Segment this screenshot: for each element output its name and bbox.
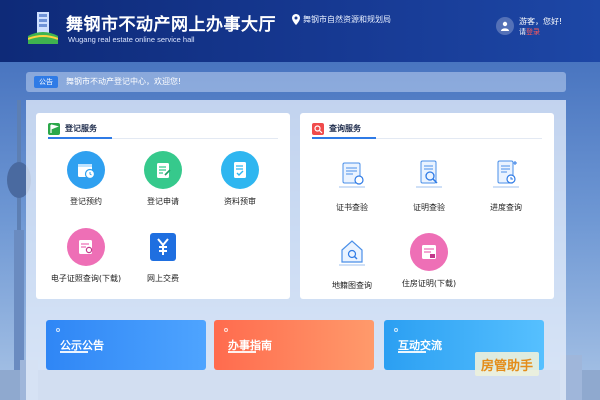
query-card-title: 查询服务 <box>329 124 361 133</box>
guest-greeting: 游客，您好! <box>519 17 563 26</box>
query-cadastral-map[interactable]: 地籍图查询 <box>314 233 390 291</box>
registration-card-header: 登记服务 <box>48 121 278 139</box>
site-title: 舞钢市不动产网上办事大厅 <box>66 15 276 35</box>
watermark-text: 房管助手 <box>481 358 534 374</box>
tile-dot-decoration <box>394 328 398 332</box>
service-label: 网上交费 <box>147 274 179 283</box>
announcement-bar: 公告 舞钢市不动产登记中心，欢迎您! <box>26 72 566 92</box>
registration-services-card: 登记服务 登记预约 登记申请 资料预审 电子证照查询(下载) 网上交费 <box>36 113 290 299</box>
housing-certificate-icon <box>410 233 448 271</box>
flag-icon <box>48 123 60 135</box>
registration-card-title: 登记服务 <box>65 124 97 133</box>
service-e-certificate[interactable]: 电子证照查询(下载) <box>48 228 124 284</box>
query-label: 进度查询 <box>490 203 522 212</box>
tile-service-guide[interactable]: 办事指南 <box>214 320 374 370</box>
card-header-underline <box>312 137 376 139</box>
service-appointment[interactable]: 登记预约 <box>48 151 124 207</box>
service-label: 资料预审 <box>224 197 256 206</box>
site-subtitle: Wugang real estate online service hall <box>68 35 195 44</box>
proof-verify-icon <box>410 155 448 195</box>
search-folder-icon <box>312 123 324 135</box>
tile-underline-decoration <box>228 351 256 353</box>
query-label: 地籍图查询 <box>332 281 372 290</box>
tile-underline-decoration <box>60 351 88 353</box>
login-prefix: 请 <box>519 28 526 36</box>
calendar-clock-icon <box>67 151 105 189</box>
house-search-icon <box>333 233 371 273</box>
location-text: 舞钢市自然资源和规划局 <box>303 15 391 24</box>
service-online-payment[interactable]: 网上交费 <box>125 228 201 284</box>
tile-dot-decoration <box>56 328 60 332</box>
service-label: 登记申请 <box>147 197 179 206</box>
user-icon <box>501 21 509 31</box>
announcement-badge: 公告 <box>34 76 58 88</box>
service-pre-review[interactable]: 资料预审 <box>202 151 278 207</box>
yuan-payment-icon <box>144 228 182 266</box>
query-card-header: 查询服务 <box>312 121 542 139</box>
query-certificate[interactable]: 证书查验 <box>314 155 390 213</box>
progress-query-icon <box>487 155 525 195</box>
service-label: 登记预约 <box>70 197 102 206</box>
query-label: 证明查验 <box>413 203 445 212</box>
service-application[interactable]: 登记申请 <box>125 151 201 207</box>
query-label: 住房证明(下载) <box>401 279 457 288</box>
document-check-icon <box>221 151 259 189</box>
login-link[interactable]: 登录 <box>526 28 540 36</box>
user-avatar[interactable] <box>496 17 514 35</box>
query-proof[interactable]: 证明查验 <box>391 155 467 213</box>
location-pin-icon <box>292 14 300 25</box>
query-progress[interactable]: 进度查询 <box>468 155 544 213</box>
login-prompt: 请登录 <box>519 27 540 37</box>
edit-document-icon <box>144 151 182 189</box>
certificate-search-icon <box>67 228 105 266</box>
card-header-underline <box>48 137 112 139</box>
announcement-text[interactable]: 舞钢市不动产登记中心，欢迎您! <box>66 76 181 88</box>
header-bar: 舞钢市不动产网上办事大厅 Wugang real estate online s… <box>0 0 600 62</box>
site-logo-icon <box>28 12 58 44</box>
query-services-card: 查询服务 证书查验 证明查验 进度查询 地籍图查询 住房证明(下载) <box>300 113 554 299</box>
query-label: 证书查验 <box>336 203 368 212</box>
tile-dot-decoration <box>224 328 228 332</box>
tile-underline-decoration <box>398 351 426 353</box>
certificate-verify-icon <box>333 155 371 195</box>
service-label: 电子证照查询(下载) <box>50 274 122 283</box>
tile-announcements[interactable]: 公示公告 <box>46 320 206 370</box>
watermark-badge: 房管助手 <box>475 352 540 376</box>
query-housing-certificate[interactable]: 住房证明(下载) <box>391 233 467 289</box>
